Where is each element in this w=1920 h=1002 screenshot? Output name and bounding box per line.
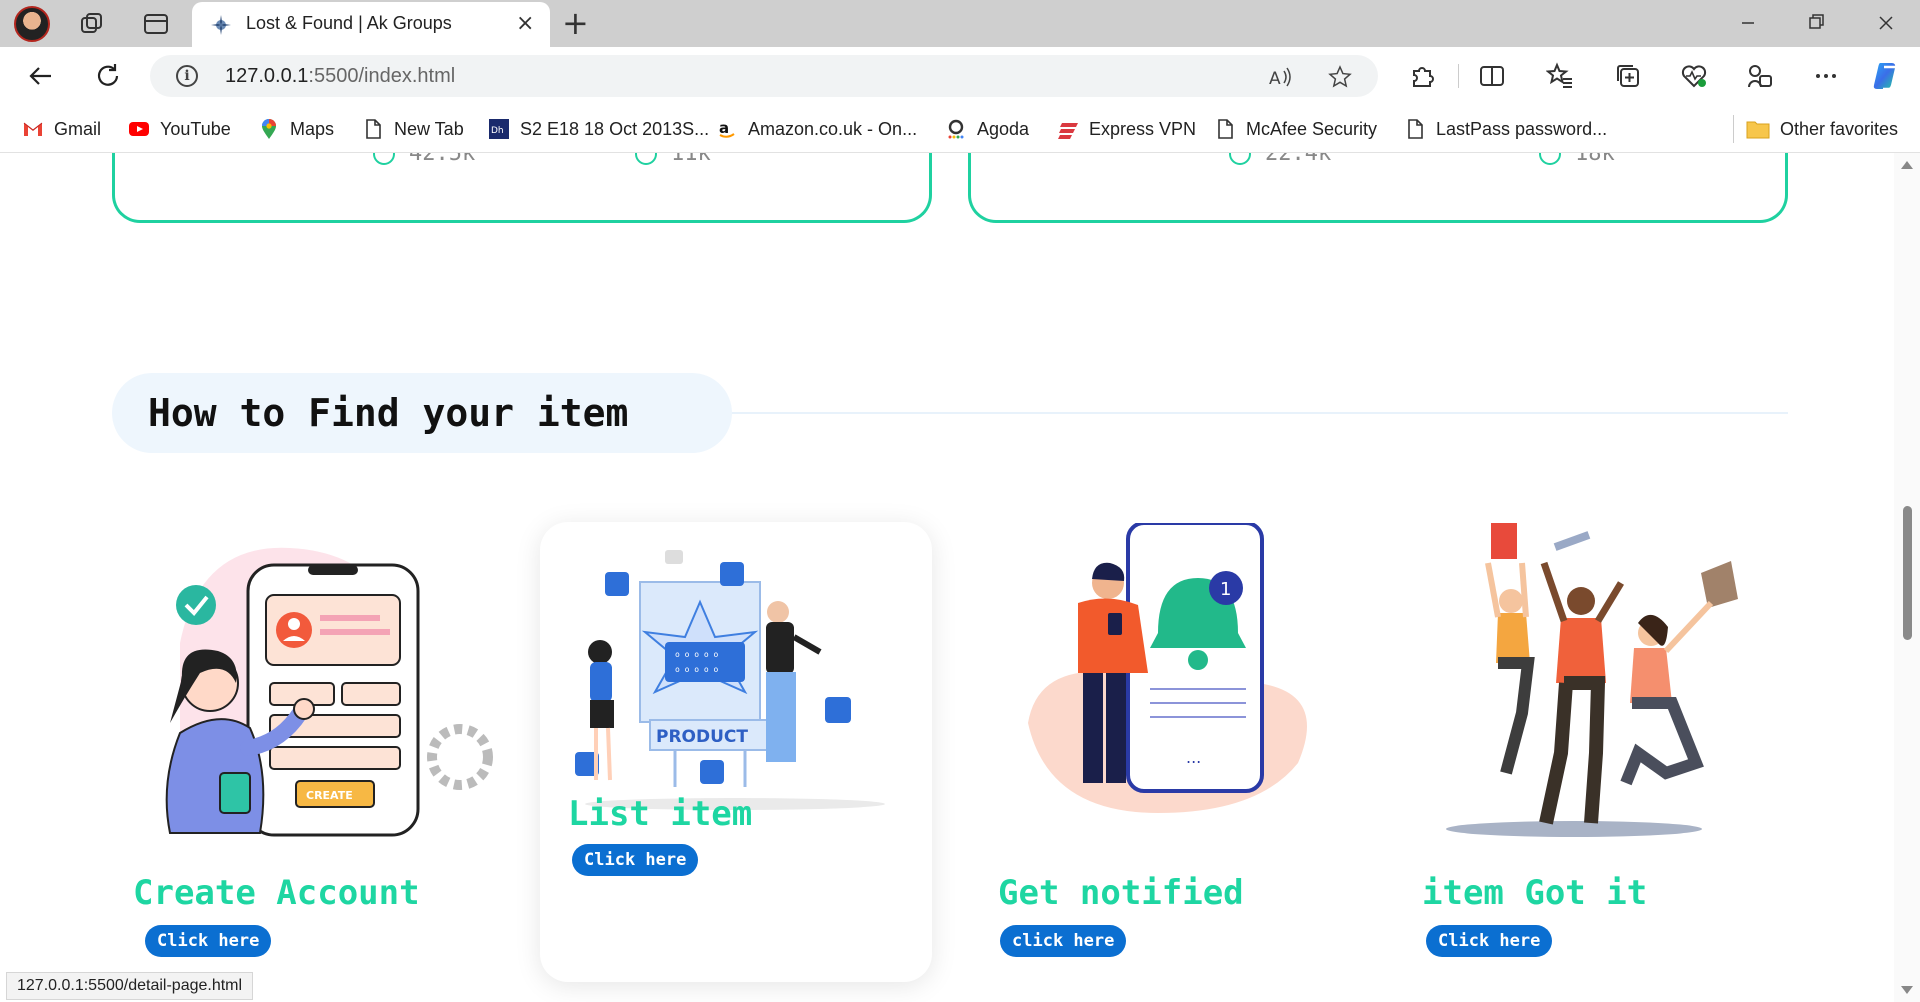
heart-icon	[1229, 153, 1251, 165]
copilot-icon[interactable]	[1870, 59, 1904, 93]
comments-stat: 18k	[1539, 153, 1615, 166]
status-url-preview: 127.0.0.1:5500/detail-page.html	[6, 972, 254, 1000]
collections-icon[interactable]	[1614, 62, 1642, 90]
tab-actions-icon[interactable]	[142, 10, 170, 38]
stat-card[interactable]: 42.5k 11k	[112, 153, 932, 223]
comments-stat: 11k	[635, 153, 711, 166]
youtube-icon	[129, 122, 149, 136]
tab-title: Lost & Found | Ak Groups	[246, 13, 452, 33]
page-scrollbar[interactable]	[1894, 153, 1920, 1002]
stat-card[interactable]: 22.4k 18k	[968, 153, 1788, 223]
browser-essentials-icon[interactable]	[1680, 62, 1708, 90]
address-url[interactable]: 127.0.0.1:5500/index.html	[225, 65, 455, 88]
create-account-button[interactable]: Click here	[145, 925, 272, 957]
step-card-get-notified: 1 ... Get notified click here	[998, 523, 1388, 983]
close-window-icon[interactable]	[1866, 6, 1906, 40]
svg-text:CREATE: CREATE	[306, 789, 353, 802]
dh-icon: Dh	[489, 119, 509, 139]
browser-tab-bar: Lost & Found | Ak Groups × +	[0, 0, 1920, 48]
bookmark-new-tab[interactable]: New Tab	[362, 117, 464, 141]
comment-icon	[635, 153, 657, 165]
refresh-icon[interactable]	[93, 61, 123, 91]
get-notified-illustration: 1 ...	[1028, 523, 1307, 813]
page-icon	[366, 119, 381, 139]
favorite-star-icon[interactable]	[1328, 65, 1352, 89]
item-got-it-button[interactable]: Click here	[1426, 925, 1553, 957]
svg-text:PRODUCT: PRODUCT	[656, 727, 748, 747]
svg-text:o o o o o: o o o o o	[675, 650, 719, 659]
folder-icon	[1746, 121, 1770, 139]
bookmark-amazon[interactable]: a Amazon.co.uk - On...	[716, 117, 917, 141]
page-icon	[1408, 119, 1423, 139]
agoda-icon	[948, 119, 964, 139]
more-options-icon[interactable]	[1812, 62, 1840, 90]
step-title: item Got it	[1422, 873, 1648, 913]
bookmarks-divider	[1733, 115, 1734, 143]
read-aloud-icon[interactable]: A	[1268, 65, 1292, 89]
bookmark-youtube[interactable]: YouTube	[128, 117, 231, 141]
close-tab-icon[interactable]: ×	[516, 13, 534, 35]
amazon-icon: a	[719, 119, 735, 138]
section-title: How to Find your item	[148, 391, 629, 435]
bookmark-agoda[interactable]: Agoda	[945, 117, 1029, 141]
bookmarks-bar: Gmail YouTube Maps New Tab Dh S2 E18 18 …	[0, 105, 1920, 153]
item-got-it-illustration	[1446, 523, 1738, 837]
step-title: List item	[568, 794, 753, 834]
toolbar-divider	[1458, 64, 1459, 88]
svg-text:...: ...	[1186, 748, 1201, 767]
bookmark-express-vpn[interactable]: Express VPN	[1057, 117, 1196, 141]
restore-icon[interactable]	[1796, 6, 1836, 40]
bookmark-s2-e18[interactable]: Dh S2 E18 18 Oct 2013S...	[488, 117, 709, 141]
performance-icon[interactable]	[1746, 62, 1774, 90]
bookmark-gmail[interactable]: Gmail	[22, 117, 101, 141]
maps-icon	[262, 119, 276, 139]
scroll-up-icon[interactable]	[1901, 161, 1913, 169]
workspaces-icon[interactable]	[78, 10, 106, 38]
step-card-list-item[interactable]: o o o o o o o o o o PRODUCT List item Cl…	[540, 522, 932, 982]
svg-text:o o o o o: o o o o o	[675, 665, 719, 674]
views-stat: 22.4k	[1229, 153, 1331, 166]
views-stat: 42.5k	[373, 153, 475, 166]
tab-active[interactable]: Lost & Found | Ak Groups ×	[192, 2, 550, 48]
favorites-icon[interactable]	[1546, 62, 1574, 90]
comment-icon	[1539, 153, 1561, 165]
bookmark-other-favorites[interactable]: Other favorites	[1746, 117, 1898, 141]
step-title: Create Account	[133, 873, 420, 913]
browser-toolbar: i 127.0.0.1:5500/index.html A	[0, 47, 1920, 105]
svg-text:1: 1	[1220, 579, 1231, 600]
get-notified-button[interactable]: click here	[1000, 925, 1127, 957]
extensions-icon[interactable]	[1408, 62, 1436, 90]
step-card-create-account: CREATE Create Account Click here	[133, 523, 530, 983]
page-viewport: 42.5k 11k 22.4k 18k How to Find your ite…	[0, 153, 1894, 1002]
step-title: Get notified	[998, 873, 1244, 913]
bookmark-mcafee[interactable]: McAfee Security	[1214, 117, 1377, 141]
bookmark-lastpass[interactable]: LastPass password...	[1404, 117, 1607, 141]
back-icon[interactable]	[26, 61, 56, 91]
section-heading: How to Find your item	[112, 373, 732, 453]
site-favicon-icon	[211, 15, 231, 35]
page-icon	[1218, 119, 1233, 139]
scroll-down-icon[interactable]	[1901, 986, 1913, 994]
split-screen-icon[interactable]	[1478, 62, 1506, 90]
list-item-button[interactable]: Click here	[572, 844, 699, 876]
bookmark-maps[interactable]: Maps	[258, 117, 334, 141]
step-card-item-got-it: item Got it Click here	[1422, 523, 1816, 983]
expressvpn-icon	[1058, 123, 1078, 139]
address-bar[interactable]: i 127.0.0.1:5500/index.html A	[150, 55, 1378, 97]
gmail-icon	[23, 122, 43, 136]
scrollbar-thumb[interactable]	[1903, 506, 1912, 640]
heart-icon	[373, 153, 395, 165]
svg-text:A: A	[1269, 69, 1281, 89]
svg-text:Dh: Dh	[491, 126, 504, 136]
minimize-icon[interactable]	[1728, 6, 1768, 40]
profile-avatar[interactable]	[14, 6, 50, 42]
section-divider	[700, 412, 1788, 414]
site-info-icon[interactable]: i	[176, 65, 198, 87]
create-account-illustration: CREATE	[165, 547, 493, 837]
new-tab-button[interactable]: +	[562, 6, 589, 40]
